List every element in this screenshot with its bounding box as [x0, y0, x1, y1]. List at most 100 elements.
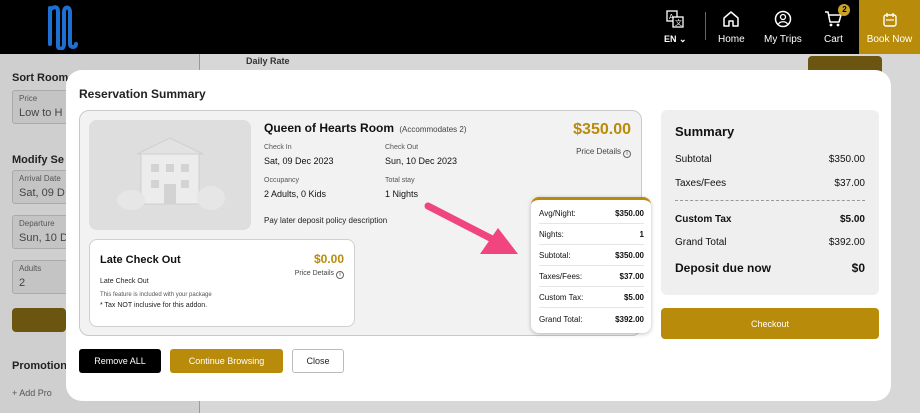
- cart-count-badge: 2: [838, 4, 851, 16]
- popover-row: Taxes/Fees: $37.00: [539, 267, 644, 287]
- summary-deposit-row: Deposit due now $0: [675, 261, 865, 275]
- popover-row-value: $350.00: [615, 209, 644, 218]
- room-placeholder-image: [89, 120, 251, 230]
- nav-cart-label: Cart: [824, 34, 843, 45]
- grand-total-value: $392.00: [828, 237, 865, 248]
- custom-tax-label: Custom Tax: [675, 214, 732, 225]
- nav-cart[interactable]: 2 Cart: [824, 4, 851, 46]
- popover-row: Avg/Night: $350.00: [539, 204, 644, 224]
- daily-rate-label: Daily Rate: [246, 56, 290, 66]
- popover-row-value: $350.00: [615, 251, 644, 260]
- addon-title: Late Check Out: [100, 254, 181, 266]
- addon-price-details-link[interactable]: Price Details i: [295, 270, 344, 279]
- language-label: EN: [664, 34, 677, 44]
- summary-divider: [675, 200, 865, 201]
- user-icon: [774, 10, 792, 28]
- summary-subtotal-row: Subtotal $350.00: [675, 154, 865, 165]
- brand-logo[interactable]: [44, 4, 84, 50]
- popover-row: Grand Total: $392.00: [539, 309, 644, 329]
- language-selector[interactable]: A 文 EN ⌄: [664, 10, 687, 46]
- addon-price-details-label: Price Details: [294, 270, 334, 277]
- calendar-icon: [882, 13, 897, 27]
- departure-date-value: Sun, 10 D: [19, 232, 68, 244]
- addon-price: $0.00: [313, 252, 344, 266]
- addon-included-note: This feature is included with your packa…: [100, 292, 212, 298]
- room-card: Queen of Hearts Room (Accommodates 2) Ch…: [79, 110, 651, 336]
- nav-home-label: Home: [718, 34, 745, 45]
- departure-date-field[interactable]: Departure Sun, 10 D: [12, 215, 72, 249]
- book-now-label: Book Now: [866, 34, 913, 45]
- sort-rooms-heading: Sort Room: [12, 72, 69, 84]
- occupancy-value: 2 Adults, 0 Kids: [264, 189, 327, 199]
- reservation-summary-modal: Reservation Summary Queen of Hearts Room…: [66, 70, 891, 401]
- room-name-line: Queen of Hearts Room (Accommodates 2): [264, 121, 467, 135]
- search-button[interactable]: [12, 308, 66, 332]
- modify-search-heading: Modify Se: [12, 154, 64, 166]
- chevron-down-icon: ⌄: [679, 34, 687, 44]
- sort-price-select[interactable]: Price Low to H: [12, 90, 72, 124]
- arrival-date-value: Sat, 09 D: [19, 187, 65, 199]
- room-price-details-label: Price Details: [576, 147, 621, 156]
- arrival-date-label: Arrival Date: [19, 174, 61, 183]
- taxes-value: $37.00: [834, 178, 865, 189]
- custom-tax-value: $5.00: [839, 214, 865, 225]
- grand-total-label: Grand Total: [675, 237, 727, 248]
- popover-row: Custom Tax: $5.00: [539, 288, 644, 308]
- occupancy-label: Occupancy: [264, 177, 300, 184]
- total-stay-value: 1 Nights: [385, 189, 419, 199]
- arrival-date-field[interactable]: Arrival Date Sat, 09 D: [12, 170, 72, 204]
- popover-row-label: Grand Total:: [539, 314, 583, 324]
- room-accommodates: (Accommodates 2): [399, 125, 467, 134]
- summary-grand-total-row: Grand Total $392.00: [675, 237, 865, 248]
- nav-divider: [705, 12, 706, 40]
- check-in-label: Check In: [264, 144, 292, 151]
- summary-panel: Summary Subtotal $350.00 Taxes/Fees $37.…: [661, 110, 879, 295]
- popover-row-label: Custom Tax:: [539, 293, 584, 302]
- continue-browsing-button[interactable]: Continue Browsing: [170, 349, 283, 373]
- room-price: $350.00: [573, 121, 631, 138]
- promotions-heading: Promotion: [12, 360, 67, 372]
- home-icon: [723, 11, 740, 27]
- top-nav: A 文 EN ⌄ Home My Trips 2 Cart Book Now: [0, 0, 920, 54]
- deposit-label: Deposit due now: [675, 261, 771, 275]
- deposit-policy-text: Pay later deposit policy description: [264, 216, 388, 225]
- popover-row-label: Avg/Night:: [539, 209, 576, 218]
- nav-home[interactable]: Home: [718, 10, 745, 46]
- nav-my-trips-label: My Trips: [764, 34, 802, 45]
- check-out-value: Sun, 10 Dec 2023: [385, 156, 458, 166]
- adults-value: 2: [19, 277, 26, 289]
- summary-title: Summary: [675, 124, 735, 139]
- info-icon: i: [623, 150, 631, 158]
- adults-field[interactable]: Adults 2: [12, 260, 72, 294]
- popover-row: Subtotal: $350.00: [539, 246, 644, 266]
- summary-taxes-row: Taxes/Fees $37.00: [675, 178, 865, 189]
- sort-price-label: Price: [19, 94, 38, 103]
- check-in-value: Sat, 09 Dec 2023: [264, 156, 334, 166]
- svg-text:文: 文: [675, 18, 682, 27]
- info-icon: i: [336, 271, 344, 279]
- checkout-button[interactable]: Checkout: [661, 308, 879, 339]
- taxes-label: Taxes/Fees: [675, 178, 727, 189]
- popover-row-value: $5.00: [623, 293, 644, 302]
- popover-row-value: $392.00: [615, 314, 644, 324]
- remove-all-button[interactable]: Remove ALL: [79, 349, 161, 373]
- building-icon: [89, 120, 251, 230]
- svg-text:A: A: [669, 14, 674, 21]
- total-stay-label: Total stay: [385, 177, 415, 184]
- room-price-details-link[interactable]: Price Details i: [576, 147, 631, 158]
- translate-icon: A 文: [666, 10, 684, 28]
- add-promo-link[interactable]: + Add Pro: [12, 388, 52, 398]
- summary-custom-tax-row: Custom Tax $5.00: [675, 214, 865, 225]
- popover-row-value: 1: [639, 230, 644, 239]
- check-out-label: Check Out: [385, 144, 419, 151]
- book-now-button[interactable]: Book Now: [859, 0, 920, 54]
- addon-subtitle: Late Check Out: [100, 278, 149, 285]
- close-button[interactable]: Close: [292, 349, 344, 373]
- subtotal-value: $350.00: [828, 154, 865, 165]
- popover-row-value: $37.00: [619, 272, 644, 281]
- addon-tax-note: * Tax NOT inclusive for this addon.: [100, 302, 208, 309]
- nav-my-trips[interactable]: My Trips: [764, 10, 802, 46]
- popover-row: Nights: 1: [539, 225, 644, 245]
- price-details-popover: Avg/Night: $350.00 Nights: 1 Subtotal: $…: [531, 197, 651, 333]
- departure-date-label: Departure: [19, 219, 55, 228]
